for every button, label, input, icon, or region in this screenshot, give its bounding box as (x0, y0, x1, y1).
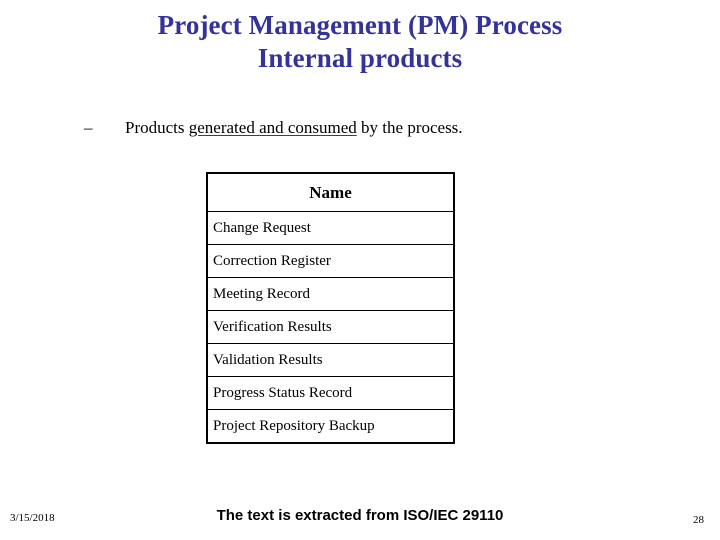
table-header-row: Name (206, 172, 455, 212)
table-cell-product-name: Progress Status Record (206, 376, 455, 410)
footer-source-note: The text is extracted from ISO/IEC 29110 (216, 507, 504, 524)
bullet-dash-icon: – (84, 118, 93, 137)
table-cell-product-name: Verification Results (206, 310, 455, 344)
footer-page-number: 28 (693, 514, 704, 526)
table-cell-product-name: Change Request (206, 211, 455, 245)
slide-canvas: Project Management (PM) Process Internal… (0, 0, 720, 540)
table-row: Change Request (206, 211, 455, 245)
table-row: Progress Status Record (206, 376, 455, 410)
table-cell-product-name: Validation Results (206, 343, 455, 377)
bullet-item: – Products generated and consumed by the… (84, 116, 684, 140)
column-header-name: Name (206, 172, 455, 212)
table-cell-product-name: Project Repository Backup (206, 409, 455, 444)
bullet-text-suffix: by the process. (356, 118, 463, 137)
table-row: Meeting Record (206, 277, 455, 311)
bullet-text-highlight: generated and consumed (188, 118, 357, 137)
table-row: Project Repository Backup (206, 409, 455, 444)
internal-products-table: Name Change Request Correction Register … (206, 172, 455, 444)
table-row: Validation Results (206, 343, 455, 377)
table-head: Name (206, 172, 455, 212)
table-row: Verification Results (206, 310, 455, 344)
page-title-line-2: Internal products (257, 43, 463, 73)
table-cell-product-name: Meeting Record (206, 277, 455, 311)
table-cell-product-name: Correction Register (206, 244, 455, 278)
bullet-text-prefix: Products (125, 118, 189, 137)
table-row: Correction Register (206, 244, 455, 278)
page-title: Project Management (PM) Process Internal… (0, 9, 720, 75)
bullet-item-label: Products generated and consumed by the p… (125, 116, 463, 140)
page-title-line-1: Project Management (PM) Process (157, 10, 563, 40)
table-body: Change Request Correction Register Meeti… (206, 211, 455, 444)
